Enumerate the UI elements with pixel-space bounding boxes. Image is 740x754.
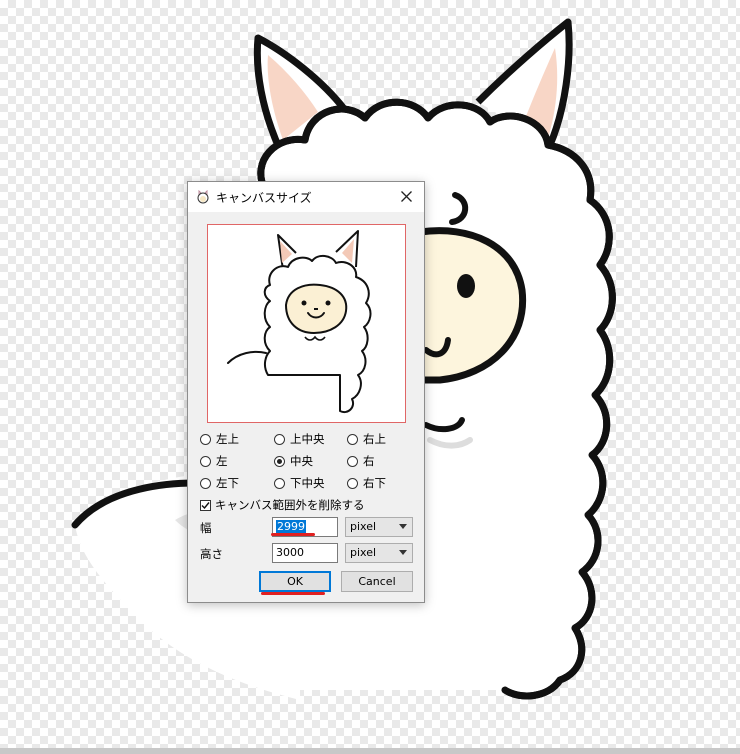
chevron-down-icon	[399, 524, 407, 529]
anchor-radio-bottom-center[interactable]: 下中央	[274, 475, 325, 491]
anchor-label: 右上	[363, 432, 386, 446]
radio-circle	[274, 433, 285, 445]
delete-outside-label: キャンバス範囲外を削除する	[215, 498, 365, 512]
anchor-radio-bottom-right[interactable]: 右下	[347, 475, 386, 491]
preview-alpaca-thumbnail	[227, 230, 372, 413]
radio-circle	[200, 477, 211, 489]
radio-circle	[347, 455, 358, 467]
anchor-label: 左上	[216, 432, 239, 446]
anchor-radio-left[interactable]: 左	[200, 453, 228, 469]
radio-circle	[347, 433, 358, 445]
delete-outside-checkbox[interactable]: キャンバス範囲外を削除する	[200, 497, 365, 513]
ok-button[interactable]: OK	[259, 571, 331, 592]
radio-circle	[200, 433, 211, 445]
alpaca-app-icon	[197, 190, 209, 204]
anchor-label: 中央	[290, 454, 313, 468]
anchor-radio-right[interactable]: 右	[347, 453, 375, 469]
dialog-titlebar[interactable]: キャンバスサイズ	[188, 182, 424, 212]
checkbox-box	[200, 499, 211, 511]
anchor-label: 右	[363, 454, 375, 468]
dialog-title: キャンバスサイズ	[216, 191, 312, 205]
close-button[interactable]	[392, 184, 422, 210]
radio-circle	[200, 455, 211, 467]
canvas-bottom-edge	[0, 748, 740, 754]
height-unit-value: pixel	[350, 546, 377, 559]
height-unit-select[interactable]: pixel	[345, 543, 413, 563]
anchor-label: 左	[216, 454, 228, 468]
annotation-underline-width	[271, 533, 315, 536]
close-icon	[401, 191, 412, 202]
anchor-radio-top-center[interactable]: 上中央	[274, 431, 325, 447]
height-input[interactable]: 3000	[272, 543, 338, 563]
radio-circle-selected	[274, 455, 285, 467]
anchor-label: 右下	[363, 476, 386, 490]
height-label: 高さ	[200, 547, 223, 561]
alpaca-eye	[457, 274, 475, 298]
canvas-preview	[207, 224, 406, 423]
anchor-radio-center[interactable]: 中央	[274, 453, 313, 469]
chevron-down-icon	[399, 550, 407, 555]
annotation-underline-ok	[261, 592, 325, 595]
radio-circle	[347, 477, 358, 489]
width-input-value: 2999	[276, 520, 306, 533]
width-unit-select[interactable]: pixel	[345, 517, 413, 537]
anchor-label: 上中央	[290, 432, 325, 446]
height-input-value: 3000	[276, 546, 304, 559]
anchor-radio-bottom-left[interactable]: 左下	[200, 475, 239, 491]
canvas-size-dialog: キャンバスサイズ 左上 上中央 右上 左 中央 右 左下 下中央 右下 キャンバ…	[187, 181, 425, 603]
anchor-radio-top-left[interactable]: 左上	[200, 431, 239, 447]
anchor-label: 左下	[216, 476, 239, 490]
radio-circle	[274, 477, 285, 489]
cancel-button[interactable]: Cancel	[341, 571, 413, 592]
anchor-radio-top-right[interactable]: 右上	[347, 431, 386, 447]
anchor-label: 下中央	[290, 476, 325, 490]
width-unit-value: pixel	[350, 520, 377, 533]
width-label: 幅	[200, 521, 212, 535]
checkmark-icon	[201, 501, 210, 509]
